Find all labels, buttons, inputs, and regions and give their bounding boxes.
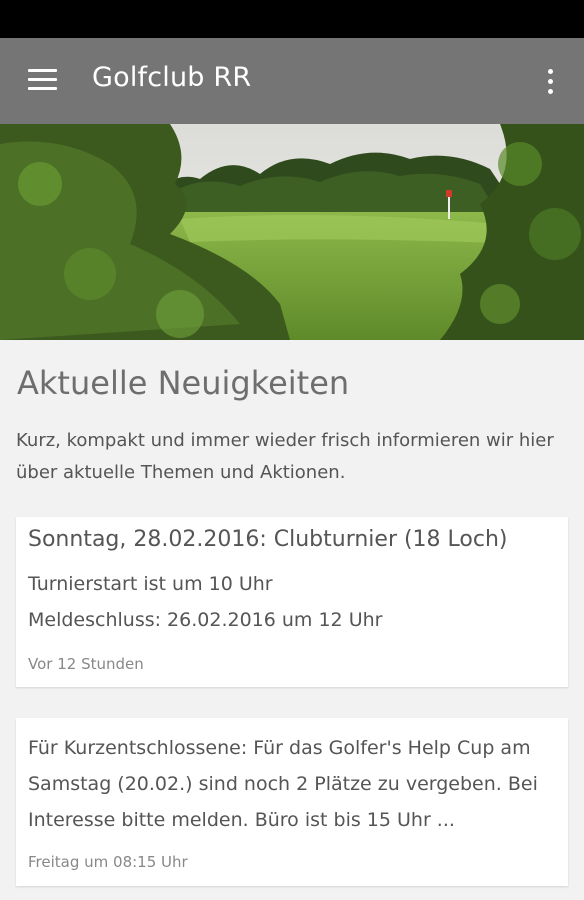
hamburger-menu-icon[interactable] bbox=[22, 61, 62, 101]
news-card-title: Sonntag, 28.02.2016: Clubturnier (18 Loc… bbox=[28, 527, 508, 552]
section-intro: Kurz, kompakt und immer wieder frisch in… bbox=[16, 430, 554, 483]
section-title: Aktuelle Neuigkeiten bbox=[17, 364, 350, 402]
news-card-line: Turnierstart ist um 10 Uhr bbox=[28, 573, 273, 595]
status-bar bbox=[0, 0, 584, 38]
news-card[interactable]: Für Kurzentschlossene: Für das Golfer's … bbox=[16, 718, 568, 886]
golf-course-photo bbox=[0, 124, 584, 340]
app-toolbar: Golfclub RR bbox=[0, 38, 584, 124]
news-card-line: Meldeschluss: 26.02.2016 um 12 Uhr bbox=[28, 609, 383, 631]
app-title: Golfclub RR bbox=[92, 62, 252, 93]
news-card-timestamp: Vor 12 Stunden bbox=[28, 655, 144, 673]
more-vert-icon[interactable] bbox=[534, 64, 566, 100]
news-card-body: Für Kurzentschlossene: Für das Golfer's … bbox=[28, 737, 538, 831]
news-card[interactable]: Sonntag, 28.02.2016: Clubturnier (18 Loc… bbox=[16, 517, 568, 687]
hero-image bbox=[0, 124, 584, 340]
news-card-timestamp: Freitag um 08:15 Uhr bbox=[28, 853, 188, 871]
